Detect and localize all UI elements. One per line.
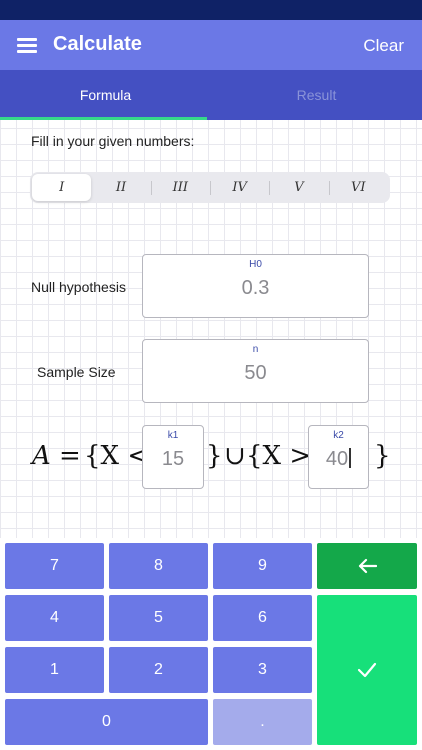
sample-size-field[interactable]: n 50 [142,339,369,403]
k2-value: 40 [325,448,349,470]
instruction-text: Fill in your given numbers: [31,133,195,149]
key-4[interactable]: 4 [5,595,104,641]
clear-button[interactable]: Clear [363,36,404,56]
formula-type-selector: I II III IV V VI [30,172,390,203]
hamburger-menu-icon[interactable] [17,38,37,53]
key-6[interactable]: 6 [213,595,312,641]
h0-value: 0.3 [241,277,270,299]
enter-button[interactable] [317,595,417,745]
key-decimal[interactable]: . [213,699,312,745]
text-cursor [349,448,352,468]
backspace-button[interactable] [317,543,417,589]
tab-bar: Formula Result [0,70,422,120]
formula-union: ∪ [224,441,246,471]
active-tab-indicator [0,117,207,120]
status-bar [0,0,422,20]
formula-equals: = [59,441,81,471]
formula-lhs: A = [32,441,81,471]
app-title: Calculate [53,33,142,55]
formula-close-set-1: } [206,441,223,471]
key-8[interactable]: 8 [109,543,208,589]
key-1[interactable]: 1 [5,647,104,693]
segment-ii[interactable]: II [91,174,150,201]
segment-iv[interactable]: IV [209,174,269,201]
tab-formula[interactable]: Formula [0,70,211,120]
formula-set-a: A [32,441,51,471]
segment-iii[interactable]: III [150,174,210,201]
k2-field[interactable]: k2 40 [308,425,369,489]
app-bar: Calculate Clear [0,20,422,70]
n-value: 50 [244,362,267,384]
formula-close-set-2: } [374,441,391,471]
arrow-left-icon [358,558,377,574]
formula-open-set-2: {X > [246,441,312,471]
tab-result[interactable]: Result [211,70,422,120]
key-7[interactable]: 7 [5,543,104,589]
key-9[interactable]: 9 [213,543,312,589]
key-5[interactable]: 5 [109,595,208,641]
k2-small-label: k2 [333,430,344,441]
segment-v[interactable]: V [269,174,328,201]
k1-small-label: k1 [167,430,179,441]
key-0[interactable]: 0 [5,699,208,745]
key-2[interactable]: 2 [109,647,208,693]
checkmark-icon [357,662,377,678]
sample-size-label: Sample Size [37,364,116,380]
h0-small-label: H0 [249,259,262,270]
n-small-label: n [252,344,259,355]
formula-open-set-1: {X < [84,441,150,471]
key-3[interactable]: 3 [213,647,312,693]
null-hypothesis-label: Null hypothesis [31,279,126,295]
segment-i[interactable]: I [32,174,92,201]
numeric-keypad: 7 8 9 4 5 6 1 2 3 0 . [0,538,422,750]
k2-value-container: 40 [309,448,368,471]
k1-value: 15 [161,448,185,470]
null-hypothesis-field[interactable]: H0 0.3 [142,254,369,318]
segment-vi[interactable]: VI [328,174,388,201]
k1-field[interactable]: k1 15 [142,425,204,489]
